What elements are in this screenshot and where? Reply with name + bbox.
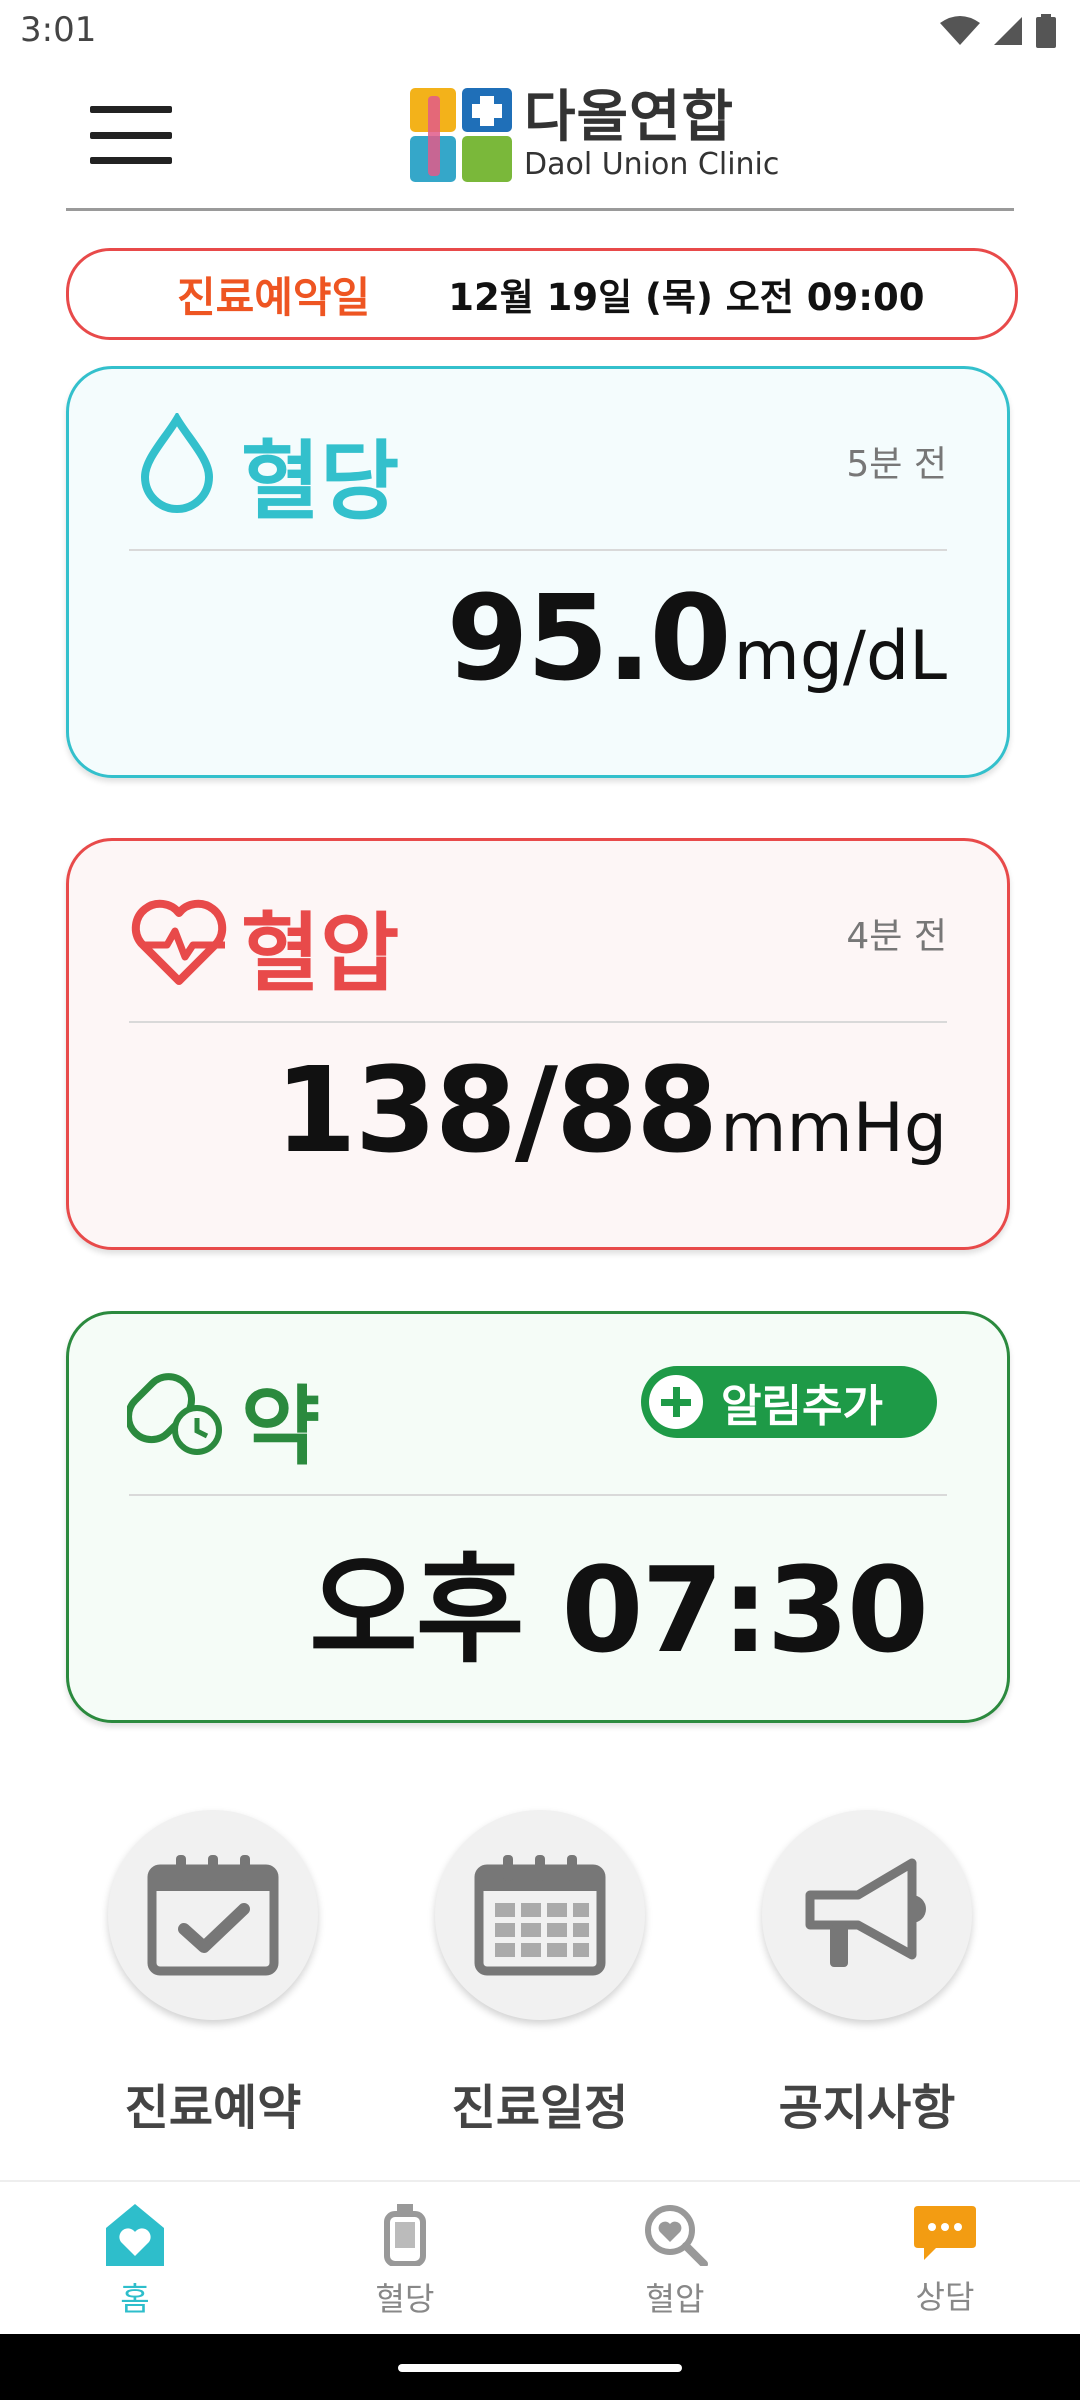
appointment-label: 진료예약일 [177, 272, 371, 322]
nav-blood-sugar[interactable]: 혈당 [270, 2182, 540, 2336]
nav-label: 혈당 [375, 2280, 435, 2318]
status-icons [940, 14, 1056, 48]
quick-menu-notice[interactable]: 공지사항 [762, 1810, 972, 2138]
quick-menu-label: 진료예약 [124, 2080, 302, 2136]
blood-sugar-title: 혈당 [241, 432, 400, 532]
logo-mark-icon [410, 88, 512, 182]
menu-button[interactable] [90, 106, 172, 164]
menu-line [90, 131, 172, 139]
blood-sugar-reading: 95.0 mg/dL [446, 569, 947, 707]
blood-pressure-unit: mmHg [720, 1089, 947, 1168]
blood-sugar-time-ago: 5분 전 [846, 444, 947, 485]
battery-icon [1036, 14, 1056, 48]
quick-menu-label: 공지사항 [778, 2080, 956, 2136]
card-divider [129, 549, 947, 551]
blood-pressure-value: 138/88 [274, 1041, 719, 1179]
water-drop-icon [140, 413, 214, 513]
heart-pulse-icon [131, 899, 227, 985]
quick-menu-appointment[interactable]: 진료예약 [108, 1810, 318, 2138]
pill-clock-icon [127, 1373, 222, 1455]
home-gesture-handle[interactable] [398, 2364, 682, 2372]
menu-line [90, 157, 172, 164]
glucometer-icon [384, 2204, 426, 2266]
blood-pressure-card[interactable]: 혈압 4분 전 138/88 mmHg [66, 838, 1010, 1250]
medicine-reading: 오후 07:30 [309, 1514, 929, 1685]
quick-menu-label: 진료일정 [451, 2080, 629, 2136]
blood-pressure-reading: 138/88 mmHg [275, 1041, 947, 1179]
chat-bubble-icon [914, 2206, 976, 2260]
bottom-navigation: 홈 혈당 혈압 상담 [0, 2180, 1080, 2336]
blood-pressure-time-ago: 4분 전 [846, 916, 947, 957]
logo-english: Daol Union Clinic [524, 147, 780, 182]
nav-label: 상담 [915, 2278, 975, 2316]
schedule-button[interactable] [435, 1810, 645, 2020]
blood-sugar-card[interactable]: 혈당 5분 전 95.0 mg/dL [66, 366, 1010, 778]
appointment-banner[interactable]: 진료예약일 12월 19일 (목) 오전 09:00 [66, 248, 1018, 340]
blood-sugar-unit: mg/dL [733, 617, 947, 696]
blood-pressure-title: 혈압 [241, 904, 400, 1004]
card-divider [129, 1494, 947, 1496]
appointment-button[interactable] [108, 1810, 318, 2020]
header-divider [66, 208, 1014, 211]
nav-label: 홈 [120, 2280, 150, 2318]
medicine-time: 오후 07:30 [309, 1541, 929, 1679]
nav-consult[interactable]: 상담 [810, 2182, 1080, 2336]
blood-sugar-value: 95.0 [446, 569, 731, 707]
calendar-check-icon [147, 1855, 279, 1976]
nav-blood-pressure[interactable]: 혈압 [540, 2182, 810, 2336]
menu-line [90, 106, 172, 113]
quick-menu-schedule[interactable]: 진료일정 [435, 1810, 645, 2138]
signal-icon [994, 17, 1022, 45]
medicine-title: 약 [241, 1377, 321, 1477]
home-heart-icon [106, 2204, 164, 2266]
notice-button[interactable] [762, 1810, 972, 2020]
medicine-card[interactable]: 약 알림추가 오후 07:30 [66, 1311, 1010, 1723]
appointment-date: 12월 19일 (목) 오전 09:00 [448, 276, 925, 319]
logo-korean: 다올연합 [524, 85, 735, 150]
card-divider [129, 1021, 947, 1023]
calendar-grid-icon [474, 1855, 606, 1976]
clinic-logo: 다올연합 Daol Union Clinic [410, 88, 779, 182]
plus-icon [649, 1375, 703, 1429]
heart-search-icon [645, 2205, 708, 2266]
add-alarm-label: 알림추가 [721, 1381, 883, 1432]
megaphone-icon [805, 1858, 926, 1967]
wifi-icon [940, 16, 980, 45]
nav-home[interactable]: 홈 [0, 2182, 270, 2336]
status-time: 3:01 [20, 10, 97, 50]
add-alarm-button[interactable]: 알림추가 [641, 1366, 937, 1438]
nav-label: 혈압 [645, 2280, 705, 2318]
